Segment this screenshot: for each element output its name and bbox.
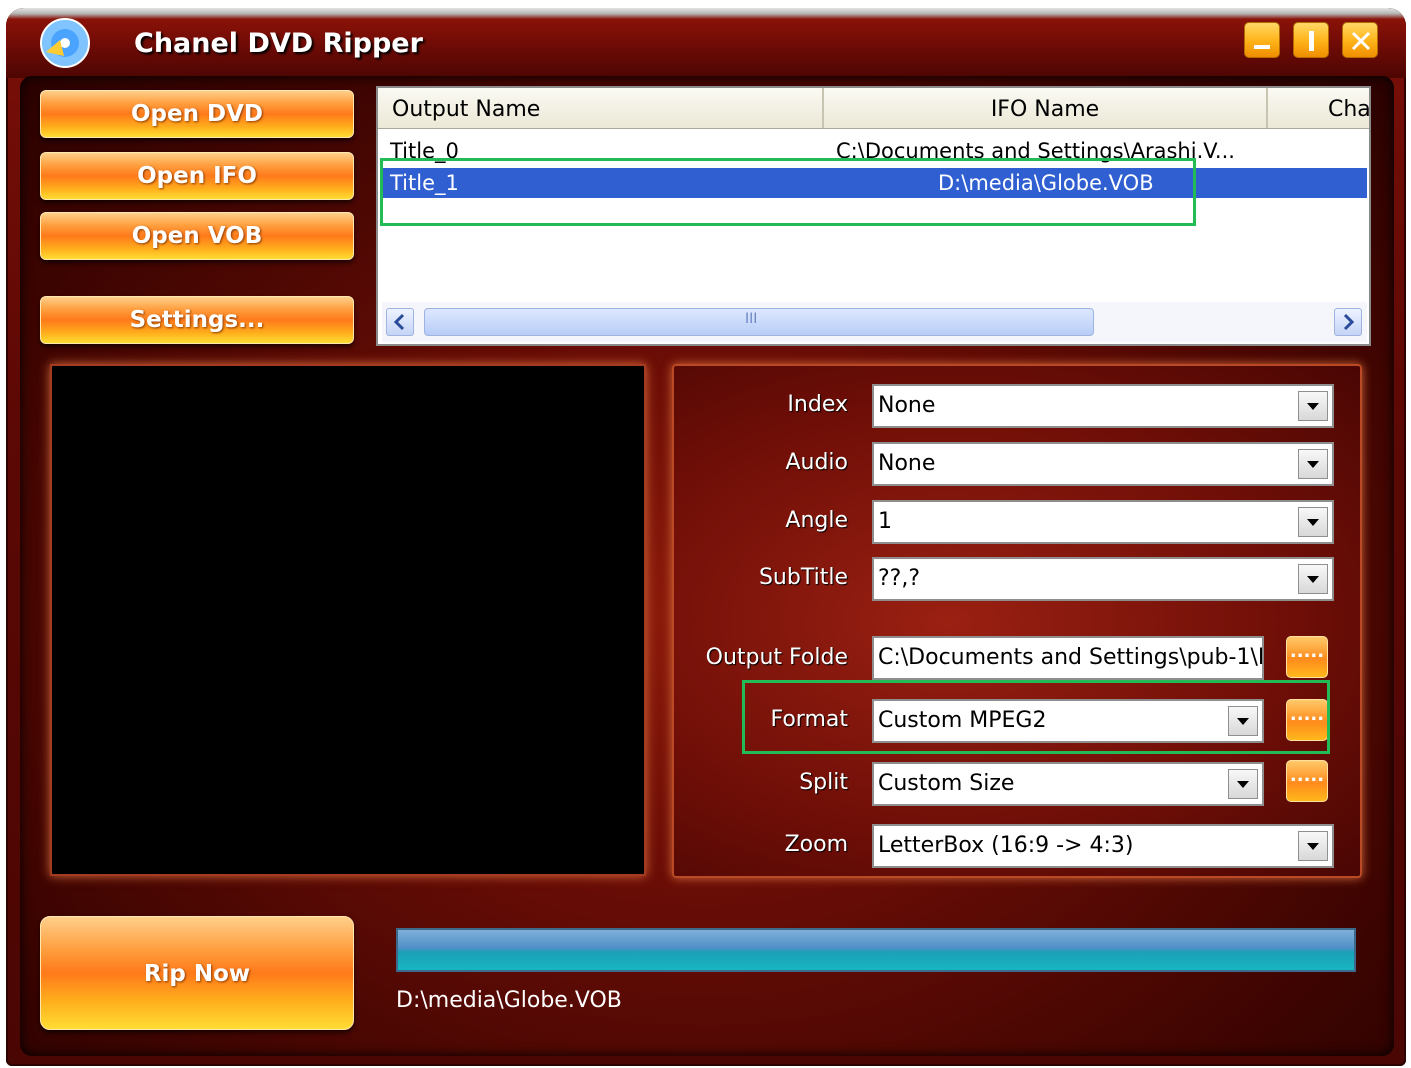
chevron-down-icon (1307, 843, 1319, 850)
dvd-disc-icon (40, 18, 90, 68)
angle-select[interactable]: 1 (872, 500, 1334, 544)
chevron-left-icon (393, 313, 405, 331)
dropdown-arrow[interactable] (1298, 391, 1328, 421)
open-vob-button[interactable]: Open VOB (40, 212, 354, 260)
output-folder-label: Output Folde (705, 645, 848, 670)
column-chapter[interactable]: Cha (1268, 88, 1369, 128)
angle-label: Angle (785, 508, 848, 533)
close-icon (1351, 31, 1371, 51)
dropdown-arrow[interactable] (1298, 831, 1328, 861)
chevron-down-icon (1307, 403, 1319, 410)
split-value: Custom Size (878, 771, 1015, 796)
dropdown-arrow[interactable] (1298, 564, 1328, 594)
settings-button[interactable]: Settings... (40, 296, 354, 344)
selection-highlight-box (380, 158, 1196, 226)
list-header: Output Name IFO Name Cha (378, 88, 1369, 129)
subtitle-select[interactable]: ??,? (872, 557, 1334, 601)
title-bar[interactable]: Chanel DVD Ripper (6, 8, 1406, 78)
audio-value: None (878, 451, 936, 476)
split-label: Split (799, 770, 848, 795)
format-highlight-box (742, 680, 1330, 754)
zoom-select[interactable]: LetterBox (16:9 -> 4:3) (872, 824, 1334, 868)
dropdown-arrow[interactable] (1298, 449, 1328, 479)
close-button[interactable] (1342, 22, 1378, 58)
split-options-button[interactable]: ..... (1286, 760, 1328, 802)
open-ifo-button[interactable]: Open IFO (40, 152, 354, 200)
subtitle-label: SubTitle (758, 565, 848, 590)
browse-folder-button[interactable]: ..... (1286, 636, 1328, 678)
scroll-grip: III (745, 311, 758, 327)
dropdown-arrow[interactable] (1298, 507, 1328, 537)
minimize-button[interactable] (1244, 22, 1280, 58)
output-folder-input[interactable]: C:\Documents and Settings\pub-1\M (872, 636, 1264, 680)
rip-now-button[interactable]: Rip Now (40, 916, 354, 1030)
dropdown-arrow[interactable] (1228, 769, 1258, 799)
maximize-button[interactable] (1293, 22, 1329, 58)
split-select[interactable]: Custom Size (872, 762, 1264, 806)
column-output-name[interactable]: Output Name (378, 88, 824, 128)
subtitle-value: ??,? (878, 566, 921, 591)
zoom-value: LetterBox (16:9 -> 4:3) (878, 833, 1134, 858)
window-title: Chanel DVD Ripper (134, 28, 423, 59)
open-dvd-button[interactable]: Open DVD (40, 90, 354, 138)
minimize-icon (1254, 45, 1270, 49)
column-ifo-name[interactable]: IFO Name (824, 88, 1268, 128)
zoom-label: Zoom (784, 832, 848, 857)
chevron-down-icon (1307, 576, 1319, 583)
current-file-status: D:\media\Globe.VOB (396, 988, 622, 1013)
chevron-down-icon (1307, 519, 1319, 526)
audio-select[interactable]: None (872, 442, 1334, 486)
audio-label: Audio (785, 450, 848, 475)
output-folder-value: C:\Documents and Settings\pub-1\M (878, 645, 1264, 670)
index-value: None (878, 393, 936, 418)
scroll-left-button[interactable] (386, 308, 414, 336)
rip-progress-bar (396, 928, 1356, 972)
horizontal-scrollbar[interactable]: III (382, 302, 1367, 342)
chevron-down-icon (1307, 461, 1319, 468)
chevron-down-icon (1237, 781, 1249, 788)
video-preview (50, 364, 646, 876)
scroll-right-button[interactable] (1334, 308, 1362, 336)
index-label: Index (787, 392, 848, 417)
maximize-icon (1309, 31, 1314, 51)
index-select[interactable]: None (872, 384, 1334, 428)
angle-value: 1 (878, 509, 892, 534)
chevron-right-icon (1343, 313, 1355, 331)
scroll-thumb[interactable]: III (424, 308, 1094, 336)
